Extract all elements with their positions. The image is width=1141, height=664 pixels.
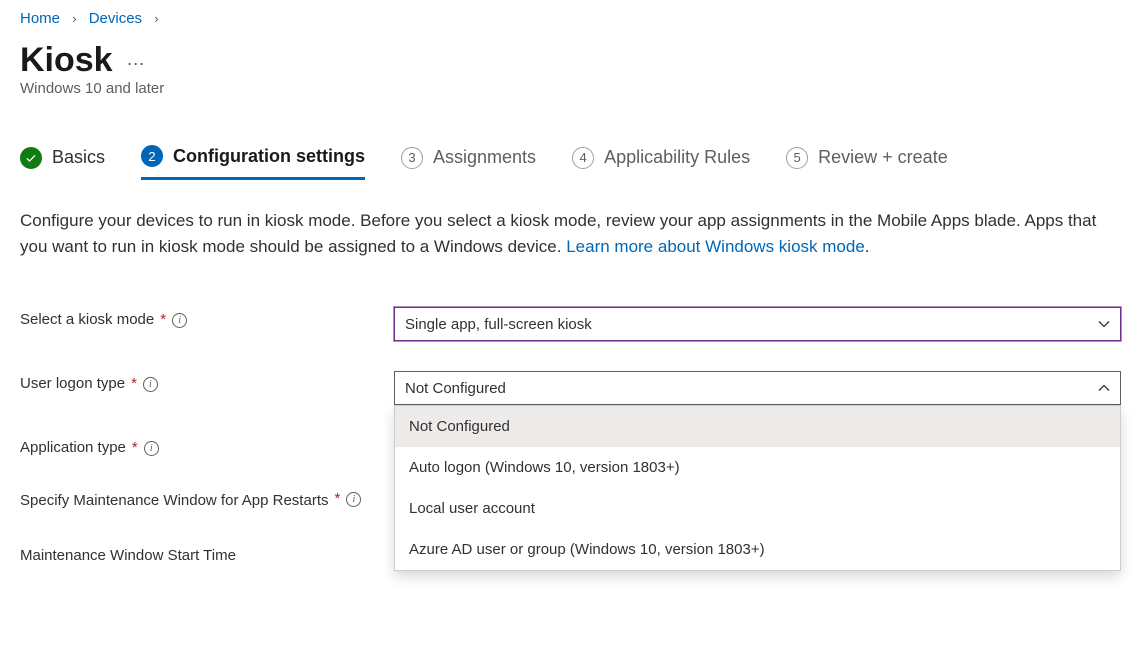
page-subtitle: Windows 10 and later xyxy=(20,80,1121,97)
dropdown-option-auto-logon[interactable]: Auto logon (Windows 10, version 1803+) xyxy=(395,447,1120,488)
breadcrumb-devices[interactable]: Devices xyxy=(89,10,142,27)
label-logon-type: User logon type xyxy=(20,375,125,392)
required-icon: * xyxy=(160,311,166,328)
learn-more-link[interactable]: Learn more about Windows kiosk mode xyxy=(566,237,865,256)
step-label: Basics xyxy=(52,147,105,168)
breadcrumb-home[interactable]: Home xyxy=(20,10,60,27)
chevron-down-icon xyxy=(1098,318,1110,330)
step-applicability-rules[interactable]: 4 Applicability Rules xyxy=(572,145,750,180)
info-icon[interactable]: i xyxy=(144,441,159,456)
step-label: Configuration settings xyxy=(173,146,365,167)
kiosk-mode-select[interactable]: Single app, full-screen kiosk xyxy=(394,307,1121,341)
page-header: Kiosk ⋯ Windows 10 and later xyxy=(20,41,1121,97)
info-icon[interactable]: i xyxy=(172,313,187,328)
required-icon: * xyxy=(131,375,137,392)
logon-type-dropdown: Not Configured Auto logon (Windows 10, v… xyxy=(394,405,1121,571)
info-icon[interactable]: i xyxy=(346,492,361,507)
select-value: Not Configured xyxy=(405,380,506,397)
info-icon[interactable]: i xyxy=(143,377,158,392)
chevron-right-icon: › xyxy=(154,11,158,26)
step-number-icon: 5 xyxy=(786,147,808,169)
label-maintenance-start-time: Maintenance Window Start Time xyxy=(20,547,236,564)
description-text: Configure your devices to run in kiosk m… xyxy=(20,208,1100,259)
step-assignments[interactable]: 3 Assignments xyxy=(401,145,536,180)
dropdown-option-azure-ad[interactable]: Azure AD user or group (Windows 10, vers… xyxy=(395,529,1120,570)
select-value: Single app, full-screen kiosk xyxy=(405,316,592,333)
check-icon xyxy=(20,147,42,169)
dropdown-option-local-user[interactable]: Local user account xyxy=(395,488,1120,529)
more-actions-button[interactable]: ⋯ xyxy=(127,46,146,75)
step-label: Assignments xyxy=(433,147,536,168)
label-application-type: Application type xyxy=(20,439,126,456)
step-number-icon: 4 xyxy=(572,147,594,169)
step-review-create[interactable]: 5 Review + create xyxy=(786,145,948,180)
step-number-icon: 3 xyxy=(401,147,423,169)
required-icon: * xyxy=(132,439,138,456)
chevron-up-icon xyxy=(1098,382,1110,394)
chevron-right-icon: › xyxy=(72,11,76,26)
step-label: Applicability Rules xyxy=(604,147,750,168)
step-number-icon: 2 xyxy=(141,145,163,167)
logon-type-select[interactable]: Not Configured xyxy=(394,371,1121,405)
row-logon-type: User logon type * i Not Configured Not C… xyxy=(20,371,1121,405)
step-basics[interactable]: Basics xyxy=(20,145,105,180)
required-icon: * xyxy=(334,490,340,507)
label-maintenance-window: Specify Maintenance Window for App Resta… xyxy=(20,490,328,513)
configuration-form: Select a kiosk mode * i Single app, full… xyxy=(20,307,1121,564)
wizard-stepper: Basics 2 Configuration settings 3 Assign… xyxy=(20,145,1121,180)
step-label: Review + create xyxy=(818,147,948,168)
dropdown-option-not-configured[interactable]: Not Configured xyxy=(395,406,1120,447)
page-title: Kiosk xyxy=(20,41,113,80)
label-kiosk-mode: Select a kiosk mode xyxy=(20,311,154,328)
breadcrumb: Home › Devices › xyxy=(20,0,1121,33)
row-kiosk-mode: Select a kiosk mode * i Single app, full… xyxy=(20,307,1121,341)
step-configuration-settings[interactable]: 2 Configuration settings xyxy=(141,145,365,180)
